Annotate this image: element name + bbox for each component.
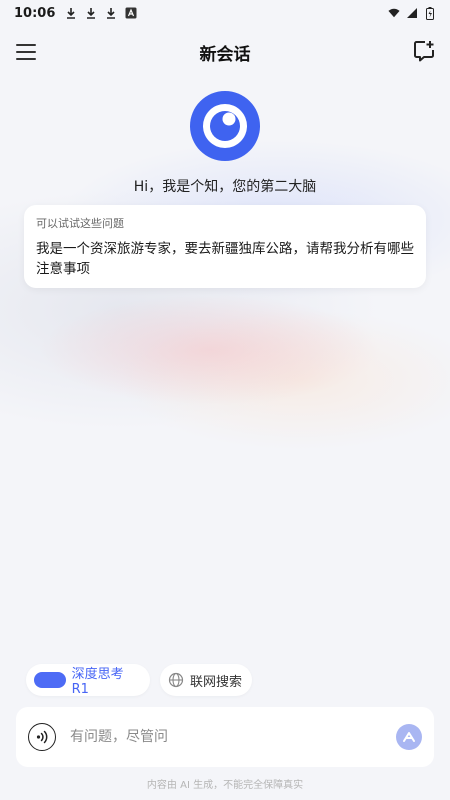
- notification-icons: [65, 7, 137, 19]
- app-header: 新会话: [0, 30, 450, 74]
- ai-disclaimer: 内容由 AI 生成，不能完全保障真实: [146, 780, 304, 791]
- web-search-label: 联网搜索: [190, 674, 243, 690]
- prompt-input[interactable]: [70, 717, 396, 757]
- suggestion-card: 可以试试这些问题 我是一个资深旅游专家，要去新疆独库公路，请帮我分析有哪些注意事…: [24, 205, 426, 288]
- web-search-toggle[interactable]: 联网搜索: [160, 664, 252, 696]
- download-icon: [65, 7, 77, 19]
- new-chat-icon: [414, 41, 434, 62]
- send-icon: [403, 732, 415, 742]
- status-bar: 10:06: [0, 0, 450, 26]
- deep-think-toggle[interactable]: 深度思考R1: [26, 664, 150, 697]
- app-logo: [190, 91, 260, 161]
- suggestion-item[interactable]: 我是一个资深旅游专家，要去新疆独库公路，请帮我分析有哪些注意事项: [36, 239, 414, 279]
- download-icon: [85, 7, 97, 19]
- voice-icon: [36, 730, 48, 744]
- menu-button[interactable]: [16, 40, 40, 64]
- suggestion-title: 可以试试这些问题: [36, 217, 124, 230]
- voice-input-button[interactable]: [28, 723, 56, 751]
- download-icon: [105, 7, 117, 19]
- page-title: 新会话: [199, 44, 251, 65]
- composer: [16, 707, 434, 767]
- system-icons: [388, 6, 436, 20]
- menu-icon: [16, 44, 36, 46]
- send-button[interactable]: [396, 724, 422, 750]
- wifi-icon: [388, 7, 400, 19]
- deep-think-label: 深度思考R1: [71, 667, 124, 697]
- status-time: 10:06: [14, 5, 56, 21]
- signal-icon: [406, 7, 418, 19]
- battery-icon: [424, 6, 436, 20]
- greeting-text: Hi，我是个知，您的第二大脑: [133, 179, 317, 195]
- toggle-icon: [34, 672, 66, 688]
- globe-icon: [168, 672, 184, 688]
- new-chat-button[interactable]: [412, 39, 436, 63]
- text-icon: [125, 7, 137, 19]
